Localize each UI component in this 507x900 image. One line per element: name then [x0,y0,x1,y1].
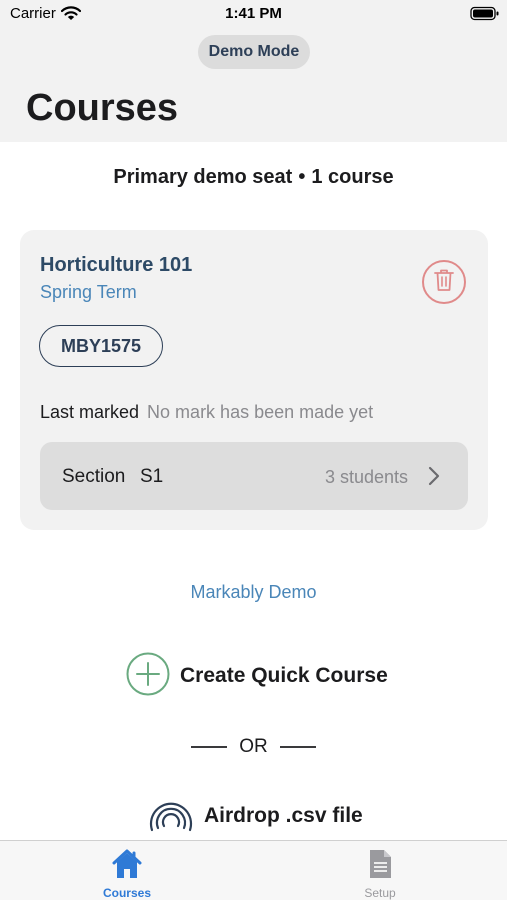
or-label: OR [239,736,268,757]
delete-course-button[interactable] [422,260,466,304]
home-icon [111,848,143,885]
tab-courses-label: Courses [102,886,152,900]
demo-mode-button[interactable]: Demo Mode [198,35,310,69]
course-card[interactable]: Horticulture 101 Spring Term MBY1575 Las… [20,230,488,530]
chevron-right-icon [428,466,440,491]
course-count: 1 course [311,166,394,188]
create-quick-course-button[interactable]: Create Quick Course [126,652,388,701]
course-term: Spring Term [40,282,137,302]
airdrop-csv-label: Airdrop .csv file [204,804,363,827]
divider-line [279,746,316,748]
seat-summary: Primary demo seat • 1 course [0,166,507,189]
airdrop-csv-button[interactable]: Airdrop .csv file [148,794,363,838]
section-id: S1 [140,466,164,487]
divider-line [191,746,228,748]
document-icon [364,848,396,885]
or-divider: OR [0,736,507,758]
section-label: Section [62,466,126,487]
tab-setup[interactable]: Setup [330,846,430,900]
last-marked-label: Last marked [40,402,140,422]
student-count: 3 students [324,467,408,487]
tab-bar: Courses Setup [0,840,507,900]
last-marked-value: No mark has been made yet [147,402,374,422]
airdrop-icon [148,792,194,841]
tab-courses[interactable]: Courses [77,846,177,900]
section-row[interactable]: Section S1 3 students [40,442,468,510]
summary-separator: • [298,166,306,188]
create-quick-course-label: Create Quick Course [180,664,388,687]
clock: 1:41 PM [225,5,282,22]
page-title: Courses [26,87,179,129]
course-code-badge[interactable]: MBY1575 [39,325,163,367]
trash-icon [433,268,455,297]
status-bar: Carrier 1:41 PM [0,0,507,30]
markably-demo-link[interactable]: Markably Demo [0,582,507,603]
last-marked-row: Last marked No mark has been made yet [40,402,373,423]
battery-icon [470,6,500,26]
course-name: Horticulture 101 [40,254,193,276]
seat-name: Primary demo seat [113,166,293,188]
add-circle-icon [126,652,170,701]
tab-setup-label: Setup [364,886,396,900]
